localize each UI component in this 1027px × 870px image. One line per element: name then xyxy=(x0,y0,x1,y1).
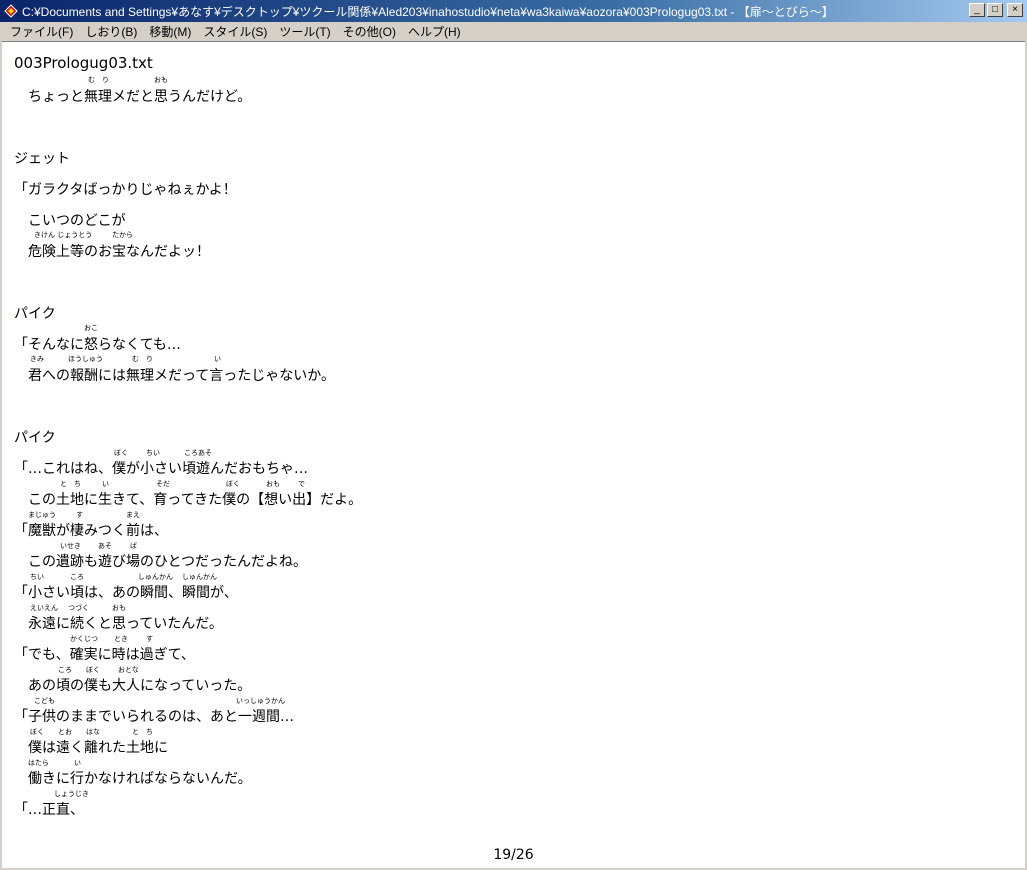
text-line: 「…これはね、僕が小さい頃遊んだおもちゃ… xyxy=(14,461,308,477)
page-indicator: 19/26 xyxy=(493,847,534,863)
ruby-text: ば xyxy=(130,542,137,550)
ruby-text: たから xyxy=(112,231,133,239)
ruby-text: い xyxy=(74,759,81,767)
speaker-name: パイク xyxy=(14,306,56,322)
text-line: 「でも、確実に時は過ぎて、 xyxy=(14,647,195,663)
text-line: 働きに行かなければならないんだ。 xyxy=(14,771,252,787)
ruby-text: しょうじき xyxy=(54,790,89,798)
ruby-text: む り xyxy=(88,76,109,84)
text-line: 永遠に続くと思っていたんだ。 xyxy=(14,616,223,632)
text-line: 「子供のままでいられるのは、あと一週間… xyxy=(14,709,294,725)
text-line: こいつのどこが xyxy=(14,213,126,229)
file-name: 003Prologug03.txt xyxy=(14,54,153,72)
text-line: 「魔獣が棲みつく前は、 xyxy=(14,523,168,539)
text-line: 君への報酬には無理メだって言ったじゃないか。 xyxy=(14,368,336,384)
window-controls: _ □ × xyxy=(969,3,1023,17)
ruby-text: む り xyxy=(132,355,153,363)
speaker-name: ジェット xyxy=(14,151,70,167)
menu-move[interactable]: 移動(M) xyxy=(143,23,197,40)
ruby-text: ぼく xyxy=(226,480,240,488)
ruby-text: おも xyxy=(112,604,126,612)
menu-help[interactable]: ヘルプ(H) xyxy=(402,23,467,40)
ruby-text: はな xyxy=(86,728,100,736)
ruby-text: ぼく xyxy=(114,449,128,457)
menu-other[interactable]: その他(O) xyxy=(337,23,402,40)
ruby-text: と ち xyxy=(132,728,153,736)
ruby-text: いせき xyxy=(60,542,81,550)
maximize-button[interactable]: □ xyxy=(987,3,1003,17)
ruby-text: す xyxy=(146,635,153,643)
ruby-text: まじゅう xyxy=(28,511,56,519)
ruby-text: ちい xyxy=(30,573,44,581)
ruby-text: ほうしゅう xyxy=(68,355,103,363)
text-line: 「ガラクタばっかりじゃねぇかよ！ xyxy=(14,182,237,198)
menu-bookmark[interactable]: しおり(B) xyxy=(79,23,143,40)
ruby-text: とき xyxy=(114,635,128,643)
menu-tools[interactable]: ツール(T) xyxy=(273,23,336,40)
ruby-text: あそ xyxy=(98,542,112,550)
speaker-name: パイク xyxy=(14,430,56,446)
ruby-text: い xyxy=(214,355,221,363)
text-line: 「…正直、 xyxy=(14,802,84,818)
ruby-text: ころ xyxy=(70,573,84,581)
text-line: 「そんなに怒らなくても… xyxy=(14,337,181,353)
ruby-text: はたら xyxy=(28,759,49,767)
text-viewer[interactable]: 003Prologug03.txt む り おも きけん じょうとう たから お… xyxy=(2,41,1025,868)
ruby-text: ころあそ xyxy=(184,449,212,457)
text-line: 「小さい頃は、あの瞬間、瞬間が、 xyxy=(14,585,238,601)
text-line: 危険上等のお宝なんだよッ！ xyxy=(14,244,210,260)
close-button[interactable]: × xyxy=(1007,3,1023,17)
menu-bar: ファイル(F) しおり(B) 移動(M) スタイル(S) ツール(T) その他(… xyxy=(0,22,1027,41)
menu-style[interactable]: スタイル(S) xyxy=(197,23,273,40)
text-line: あの頃の僕も大人になっていった。 xyxy=(14,678,252,694)
ruby-text: おも xyxy=(154,76,168,84)
ruby-text: しゅんかん xyxy=(138,573,173,581)
minimize-button[interactable]: _ xyxy=(969,3,985,17)
ruby-text: ころ xyxy=(58,666,72,674)
ruby-text: かくじつ xyxy=(70,635,98,643)
menu-file[interactable]: ファイル(F) xyxy=(4,23,79,40)
ruby-text: つづく xyxy=(68,604,89,612)
ruby-text: ちい xyxy=(146,449,160,457)
ruby-text: まえ xyxy=(126,511,140,519)
ruby-text: えいえん xyxy=(30,604,58,612)
ruby-text: いっしゅうかん xyxy=(236,697,285,705)
ruby-text: そだ xyxy=(156,480,170,488)
ruby-text: きみ xyxy=(30,355,44,363)
ruby-text: きけん じょうとう xyxy=(34,231,93,239)
ruby-text: ぼく xyxy=(86,666,100,674)
ruby-text: で xyxy=(298,480,305,488)
window-title: C:¥Documents and Settings¥あなす¥デスクトップ¥ツクー… xyxy=(22,4,834,19)
text-line: この遺跡も遊び場のひとつだったんだよね。 xyxy=(14,554,308,570)
ruby-text: おも xyxy=(266,480,280,488)
text-line: この土地に生きて、育ってきた僕の【想い出】だよ。 xyxy=(14,492,363,508)
title-bar[interactable]: C:¥Documents and Settings¥あなす¥デスクトップ¥ツクー… xyxy=(0,0,1027,22)
ruby-text: おとな xyxy=(118,666,139,674)
ruby-text: とお xyxy=(58,728,72,736)
text-line: 僕は遠く離れた土地に xyxy=(14,740,168,756)
app-icon[interactable] xyxy=(4,4,18,18)
ruby-text: と ち xyxy=(60,480,81,488)
ruby-text: す xyxy=(76,511,83,519)
ruby-text: い xyxy=(102,480,109,488)
text-line: ちょっと無理メだと思うんだけど。 xyxy=(14,89,252,105)
ruby-text: おこ xyxy=(84,324,98,332)
ruby-text: こども xyxy=(34,697,55,705)
ruby-text: ぼく xyxy=(30,728,44,736)
ruby-text: しゅんかん xyxy=(182,573,217,581)
